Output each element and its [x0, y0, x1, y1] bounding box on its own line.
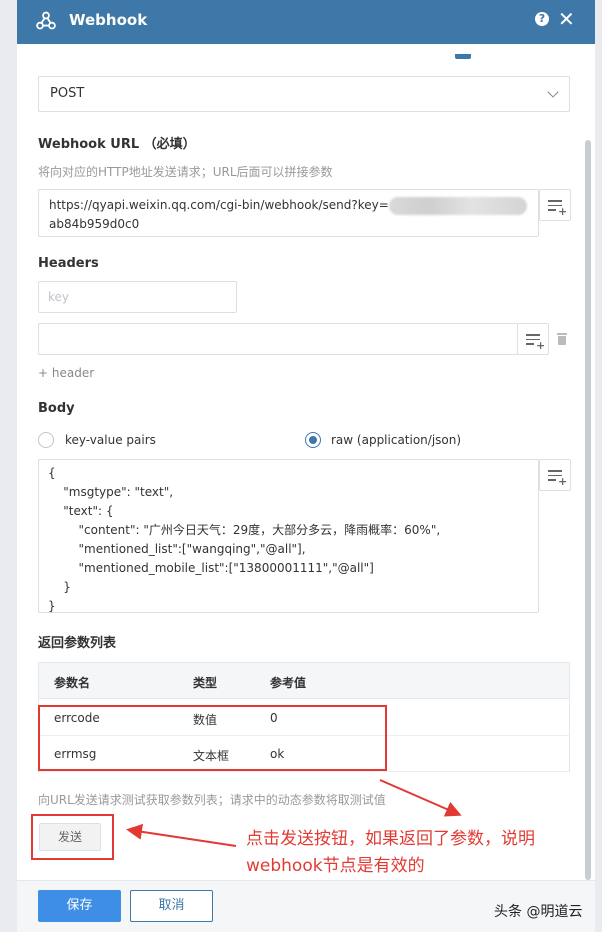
- annotation-arrows: [126, 779, 462, 847]
- annotation-text: 点击发送按钮，如果返回了参数，说明webhook节点是有效的: [246, 829, 535, 876]
- arrow-to-rows: [379, 779, 462, 817]
- watermark: 头条 @明道云: [494, 904, 583, 920]
- arrow-to-send: [126, 823, 237, 847]
